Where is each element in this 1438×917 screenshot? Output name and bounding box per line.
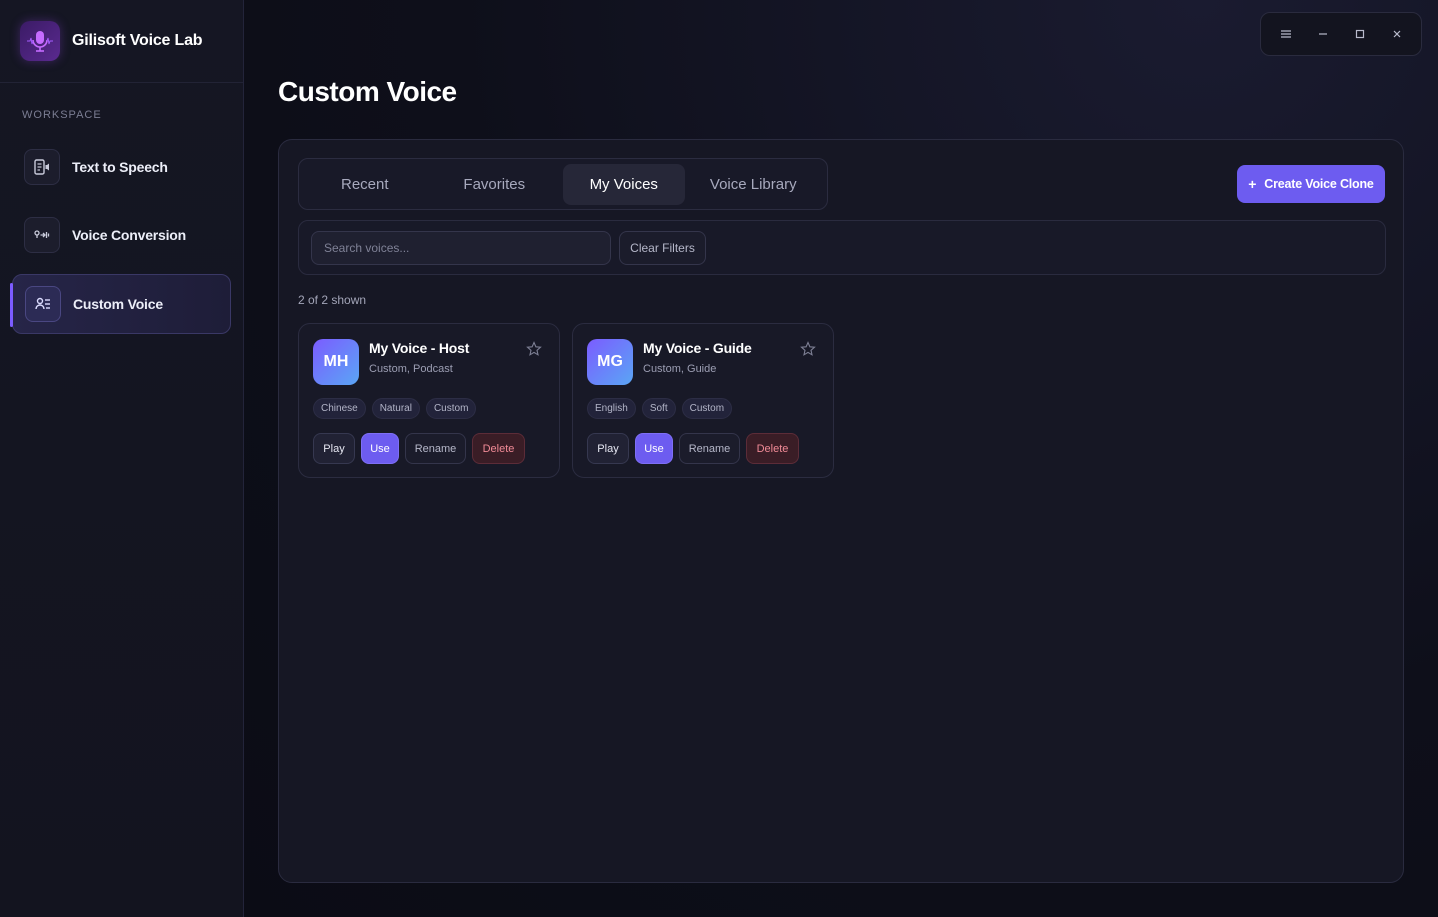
app-name: Gilisoft Voice Lab	[72, 32, 203, 49]
avatar: MH	[313, 339, 359, 385]
tag: Custom	[425, 398, 477, 419]
sidebar-item-label: Text to Speech	[72, 159, 168, 175]
tag: Custom	[681, 398, 733, 419]
sidebar: Gilisoft Voice Lab WORKSPACE Text to Spe…	[0, 0, 244, 917]
sidebar-item-custom-voice[interactable]: Custom Voice	[10, 274, 231, 334]
tab-bar: Recent Favorites My Voices Voice Library	[298, 158, 828, 210]
brand: Gilisoft Voice Lab	[0, 0, 243, 83]
voice-conversion-icon	[24, 217, 60, 253]
results-count: 2 of 2 shown	[298, 293, 367, 307]
voice-card[interactable]: MH My Voice - Host Custom, Podcast Chine…	[298, 323, 560, 478]
filter-bar: Clear Filters	[298, 220, 1386, 275]
voice-subtitle: Custom, Guide	[643, 363, 717, 375]
voice-subtitle: Custom, Podcast	[369, 363, 453, 375]
maximize-icon[interactable]	[1348, 22, 1372, 46]
play-button[interactable]: Play	[587, 433, 629, 464]
delete-button[interactable]: Delete	[472, 433, 525, 464]
voice-card[interactable]: MG My Voice - Guide Custom, Guide Englis…	[572, 323, 834, 478]
delete-button[interactable]: Delete	[746, 433, 799, 464]
tab-voice-library[interactable]: Voice Library	[693, 164, 815, 205]
star-icon[interactable]	[525, 340, 543, 358]
sidebar-item-voice-conversion[interactable]: Voice Conversion	[12, 205, 231, 265]
avatar: MG	[587, 339, 633, 385]
tag-list: English Soft Custom	[587, 398, 738, 419]
text-to-speech-icon	[24, 149, 60, 185]
minimize-icon[interactable]	[1311, 22, 1335, 46]
voices-panel: Recent Favorites My Voices Voice Library…	[278, 139, 1404, 883]
microphone-waveform-icon	[20, 21, 60, 61]
section-label: WORKSPACE	[22, 109, 102, 121]
close-icon[interactable]	[1385, 22, 1409, 46]
tag-list: Chinese Natural Custom	[313, 398, 482, 419]
custom-voice-icon	[25, 286, 61, 322]
play-button[interactable]: Play	[313, 433, 355, 464]
card-actions: Play Use Rename Delete	[587, 433, 805, 464]
tab-recent[interactable]: Recent	[304, 164, 426, 205]
sidebar-item-label: Custom Voice	[73, 296, 163, 312]
create-voice-clone-button[interactable]: + Create Voice Clone	[1237, 165, 1385, 203]
card-actions: Play Use Rename Delete	[313, 433, 531, 464]
tag: Soft	[641, 398, 676, 419]
plus-icon: +	[1248, 176, 1257, 192]
window-controls	[1260, 12, 1422, 56]
star-icon[interactable]	[799, 340, 817, 358]
sidebar-item-label: Voice Conversion	[72, 227, 187, 243]
main-content: Custom Voice Recent Favorites My Voices …	[244, 0, 1438, 917]
tag: Natural	[371, 398, 420, 419]
rename-button[interactable]: Rename	[679, 433, 740, 464]
clear-filters-button[interactable]: Clear Filters	[619, 231, 706, 265]
page-title: Custom Voice	[278, 76, 457, 107]
tab-favorites[interactable]: Favorites	[434, 164, 556, 205]
sidebar-item-text-to-speech[interactable]: Text to Speech	[12, 137, 231, 197]
search-input[interactable]	[311, 231, 611, 265]
use-button[interactable]: Use	[635, 433, 673, 464]
voice-name: My Voice - Host	[369, 340, 470, 356]
use-button[interactable]: Use	[361, 433, 399, 464]
tag: English	[587, 398, 636, 419]
create-voice-clone-label: Create Voice Clone	[1264, 177, 1374, 191]
tag: Chinese	[313, 398, 366, 419]
voice-name: My Voice - Guide	[643, 340, 752, 356]
menu-icon[interactable]	[1274, 22, 1298, 46]
tab-my-voices[interactable]: My Voices	[563, 163, 685, 205]
rename-button[interactable]: Rename	[405, 433, 466, 464]
